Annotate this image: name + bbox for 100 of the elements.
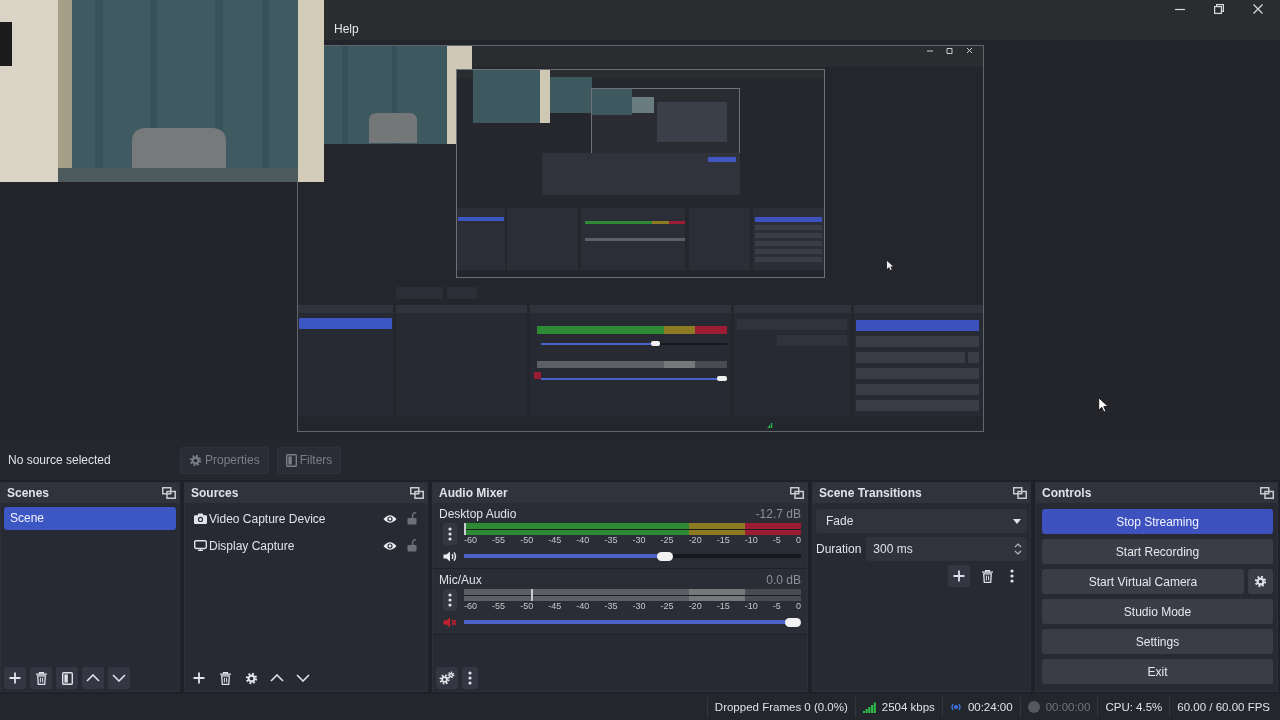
restore-icon[interactable] (1214, 4, 1224, 14)
dropped-frames: Dropped Frames 0 (0.0%) (714, 701, 848, 713)
scale-label: -20 (688, 535, 702, 546)
cursor-icon (1098, 397, 1109, 413)
scale-label: -35 (604, 601, 618, 612)
eye-icon[interactable] (383, 513, 397, 524)
scale-label: -60 (464, 601, 477, 612)
camera-icon (194, 513, 207, 524)
spin-arrows-icon[interactable] (1014, 542, 1022, 556)
gear-button[interactable] (1248, 569, 1273, 594)
add-button[interactable] (948, 565, 970, 587)
cpu-usage: CPU: 4.5% (1105, 701, 1163, 713)
speaker-icon (443, 550, 457, 562)
frame-rate: 60.00 / 60.00 FPS (1177, 701, 1270, 713)
volume-reading: -12.7 dB (755, 506, 801, 521)
undock-icon[interactable] (162, 487, 176, 499)
panel-title: Scenes (7, 486, 50, 500)
scale-label: 0 (795, 535, 801, 546)
control-button[interactable]: Studio Mode (1042, 599, 1273, 624)
trash-icon (219, 671, 231, 685)
scale-label: -10 (744, 601, 758, 612)
filter-icon (61, 671, 73, 685)
signal-bars-icon (862, 701, 876, 713)
control-button[interactable]: Start Recording (1042, 539, 1273, 564)
slider-thumb[interactable] (656, 551, 673, 561)
source-name[interactable]: Display Capture (209, 538, 295, 553)
source-name[interactable]: Video Capture Device (209, 511, 326, 526)
unlocked-lock-icon[interactable] (407, 539, 417, 552)
undock-icon[interactable] (1013, 487, 1027, 499)
vertical-dots-icon (448, 527, 452, 541)
mixer-menu-button[interactable] (462, 667, 478, 689)
chevron-down-icon (296, 674, 310, 682)
duration-label: Duration (816, 542, 862, 556)
chevron-up-icon (270, 674, 284, 682)
channel-menu-button[interactable] (443, 589, 457, 611)
close-icon[interactable] (1253, 4, 1263, 14)
menu-item[interactable]: Help (334, 22, 359, 36)
scale-label: -15 (716, 601, 730, 612)
channel-menu-button[interactable] (443, 523, 457, 545)
control-button[interactable]: Settings (1042, 629, 1273, 654)
control-button[interactable]: Exit (1042, 659, 1273, 684)
scale-label: -55 (492, 601, 506, 612)
scale-label: -10 (744, 535, 758, 546)
channel-name: Desktop Audio (439, 506, 517, 521)
panel-title: Controls (1042, 486, 1092, 500)
add-button[interactable] (4, 667, 26, 689)
scale-label: -45 (548, 601, 562, 612)
control-button[interactable]: Start Virtual Camera (1042, 569, 1244, 594)
scale-label: -30 (632, 601, 646, 612)
scale-label: -30 (632, 535, 646, 546)
volume-reading: 0.0 dB (766, 572, 801, 587)
chevron-down-icon (112, 674, 126, 682)
gear-icon (1254, 575, 1267, 588)
plus-icon (193, 672, 205, 684)
duration-field[interactable]: 300 ms (866, 537, 1027, 561)
slider-thumb[interactable] (785, 617, 801, 627)
scale-label: -5 (772, 535, 781, 546)
audio-settings-button[interactable] (436, 667, 458, 689)
selection-status: No source selected (8, 453, 111, 467)
scale-label: -40 (576, 601, 590, 612)
vertical-dots-icon (468, 671, 472, 685)
scale-label: -5 (772, 601, 781, 612)
scale-label: -40 (576, 535, 590, 546)
monitor-icon (194, 540, 207, 551)
scene-item[interactable]: Scene (4, 507, 176, 530)
eye-icon[interactable] (383, 540, 397, 551)
transition-dropdown[interactable]: Fade (816, 509, 1027, 533)
vertical-dots-icon (448, 593, 452, 607)
gears-icon (439, 671, 455, 685)
move-down-button[interactable] (108, 667, 130, 689)
scale-label: -50 (520, 535, 534, 546)
stream-time: 00:24:00 (967, 701, 1013, 713)
scale-label: -15 (716, 535, 730, 546)
gear-icon (244, 671, 258, 685)
scale-label: -60 (464, 535, 477, 546)
panel-title: Scene Transitions (819, 486, 922, 500)
undock-icon[interactable] (410, 487, 424, 499)
plus-icon (953, 570, 965, 582)
scale-label: -35 (604, 535, 618, 546)
speaker-muted-icon (443, 616, 457, 628)
scale-label: -25 (660, 535, 674, 546)
panel-title: Audio Mixer (439, 486, 508, 500)
vertical-dots-icon (1010, 569, 1014, 583)
channel-name: Mic/Aux (439, 572, 482, 587)
recording-time: 00:00:00 (1045, 701, 1091, 713)
remove-button[interactable] (30, 667, 52, 689)
trash-icon (35, 671, 47, 685)
scale-label: -25 (660, 601, 674, 612)
plus-icon (9, 672, 21, 684)
move-up-button[interactable] (82, 667, 104, 689)
scale-label: 0 (795, 601, 801, 612)
filter-button[interactable] (56, 667, 78, 689)
undock-icon[interactable] (790, 487, 804, 499)
control-button[interactable]: Stop Streaming (1042, 509, 1273, 534)
undock-icon[interactable] (1260, 487, 1274, 499)
trash-icon (981, 569, 993, 583)
gear-icon (189, 453, 202, 467)
unlocked-lock-icon[interactable] (407, 512, 417, 525)
scale-label: -55 (492, 535, 506, 546)
bitrate: 2504 kbps (881, 701, 935, 713)
